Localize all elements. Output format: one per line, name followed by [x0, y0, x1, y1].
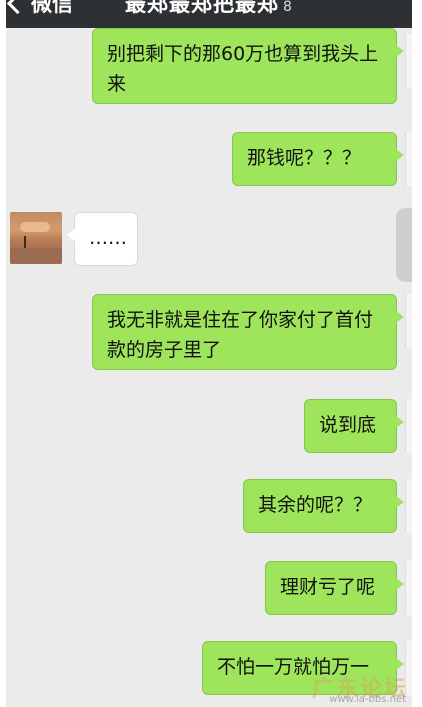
avatar-water-image — [10, 248, 62, 264]
message-text: 其余的呢？？ — [258, 494, 373, 516]
my-avatar[interactable] — [405, 399, 412, 453]
message-bubble-outgoing[interactable]: 别把剩下的那60万也算到我头上来 — [92, 28, 404, 104]
scrollbar-handle[interactable] — [396, 208, 412, 282]
message-bubble-incoming[interactable]: …… — [67, 212, 138, 266]
chat-title: 最郑最郑把最郑 8 — [6, 0, 412, 18]
watermark-url: www.la-bbs.net — [329, 694, 406, 705]
navigation-bar: 微信 最郑最郑把最郑 8 — [6, 0, 412, 28]
chat-title-text: 最郑最郑把最郑 — [125, 0, 280, 16]
my-avatar[interactable] — [405, 561, 412, 615]
message-text: 理财亏了呢 — [280, 576, 376, 598]
message-bubble-outgoing[interactable]: 理财亏了呢 — [265, 561, 404, 615]
my-avatar[interactable] — [405, 132, 412, 186]
message-bubble-outgoing[interactable]: 其余的呢？？ — [243, 479, 404, 533]
my-avatar[interactable] — [405, 479, 412, 533]
message-text: 那钱呢？？？ — [247, 147, 362, 169]
chat-screen: 微信 最郑最郑把最郑 8 别把剩下的那60万也算到我头上来 那钱呢？？？ …… 我… — [6, 0, 412, 707]
message-text: …… — [89, 227, 127, 249]
message-bubble-outgoing[interactable]: 那钱呢？？？ — [232, 132, 404, 186]
message-bubble-outgoing[interactable]: 说到底 — [304, 399, 404, 453]
message-text: 别把剩下的那60万也算到我头上来 — [107, 43, 379, 95]
contact-avatar[interactable] — [10, 212, 62, 264]
avatar-sunset-image — [20, 222, 50, 232]
message-bubble-outgoing[interactable]: 我无非就是住在了你家付了首付款的房子里了 — [92, 294, 404, 370]
my-avatar[interactable] — [405, 34, 412, 88]
my-avatar[interactable] — [405, 294, 412, 348]
chat-member-count: 8 — [283, 0, 293, 15]
message-text: 说到底 — [319, 414, 377, 436]
message-text: 我无非就是住在了你家付了首付款的房子里了 — [107, 309, 374, 361]
